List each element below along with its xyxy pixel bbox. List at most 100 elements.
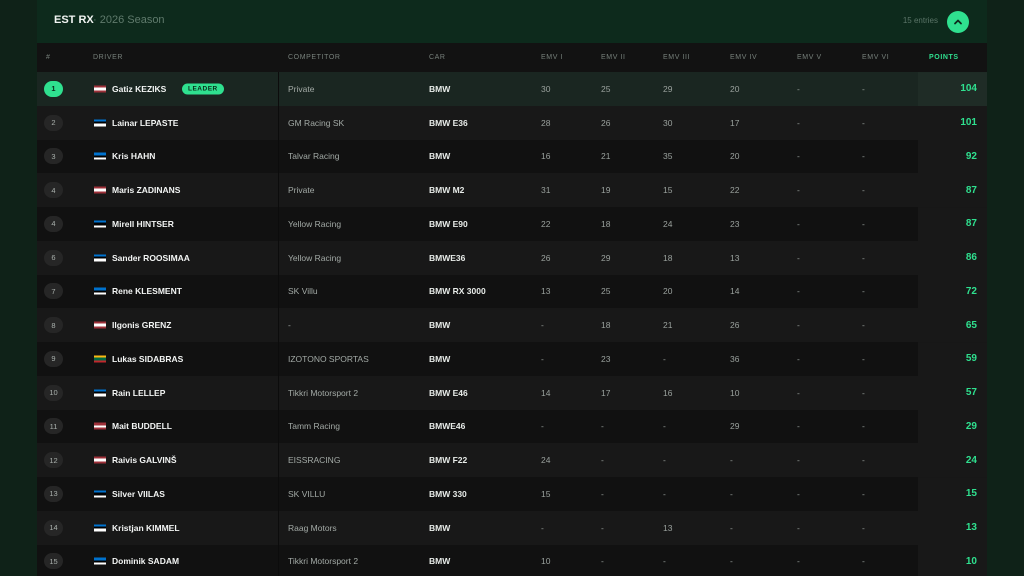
emv-6-result: - [862, 488, 865, 499]
driver-name[interactable]: Mait BUDDELL [112, 421, 172, 431]
driver-name[interactable]: Raivis GALVINŠ [112, 455, 177, 465]
table-row[interactable]: 1 Gatiz KEZIKS LEADER Private BMW 30 25 29 20 - - 1… [37, 72, 987, 106]
table-row[interactable]: 15 Dominik SADAM Tikkri Motorsport 2 BMW 10 -… [37, 544, 987, 576]
emv-4-result: 22 [730, 185, 740, 196]
driver-name[interactable]: Sander ROOSIMAA [112, 253, 190, 263]
col-emv3: EMV III [663, 54, 691, 61]
driver-name[interactable]: Lukas SIDABRAS [112, 354, 183, 364]
car-model: BMW E46 [429, 387, 468, 398]
car-model: BMW [429, 83, 451, 94]
emv-6-result: - [862, 353, 865, 364]
chevron-up-icon [954, 19, 962, 25]
emv-3-result: - [663, 455, 666, 466]
table-row[interactable]: 4 Mirell HINTSER Yellow Racing BMW E90 22 18 2… [37, 207, 987, 241]
emv-4-result: 17 [730, 117, 740, 128]
col-pos: # [46, 54, 51, 61]
position-badge: 4 [44, 182, 63, 199]
col-points: POINTS [929, 54, 959, 61]
table-row[interactable]: 11 Mait BUDDELL Tamm Racing BMWE46 - - - 29 - - 29 [37, 409, 987, 444]
driver-name[interactable]: Ilgonis GRENZ [112, 320, 172, 330]
emv-1-result: - [541, 421, 544, 432]
season-label: · 2026 Season [93, 14, 165, 26]
col-emv1: EMV I [541, 54, 564, 61]
driver-name[interactable]: Lainar LEPASTE [112, 118, 178, 128]
table-row[interactable]: 13 Silver VIILAS SK VILLU BMW 330 15 - - - - - 15 [37, 477, 987, 511]
driver-name[interactable]: Gatiz KEZIKS [112, 84, 166, 94]
driver-name[interactable]: Dominik SADAM [112, 556, 179, 566]
emv-5-result: - [797, 522, 800, 533]
emv-3-result: 18 [663, 252, 673, 263]
flag-ee-icon [94, 524, 106, 532]
table-row[interactable]: 2 Lainar LEPASTE GM Racing SK BMW E36 28 26 30… [37, 105, 987, 140]
points-cell: 29 [918, 409, 987, 444]
position-badge: 6 [44, 249, 63, 266]
emv-6-result: - [862, 387, 865, 398]
emv-5-result: - [797, 421, 800, 432]
car-model: BMW [429, 151, 451, 162]
emv-3-result: 30 [663, 117, 673, 128]
points-value: 92 [965, 150, 977, 162]
table-row[interactable]: 8 Ilgonis GRENZ - BMW - 18 21 26 - - 65 [37, 308, 987, 342]
emv-1-result: 22 [541, 218, 551, 229]
col-emv5: EMV V [797, 54, 822, 61]
emv-1-result: - [541, 522, 544, 533]
points-cell: 92 [918, 139, 987, 174]
driver-name[interactable]: Maris ZADINANS [112, 185, 180, 195]
emv-2-result: 17 [601, 387, 611, 398]
flag-lv-icon [94, 321, 106, 329]
collapse-button[interactable] [947, 11, 969, 33]
points-value: 13 [965, 522, 977, 534]
emv-5-result: - [797, 286, 800, 297]
emv-2-result: 25 [601, 286, 611, 297]
points-cell: 72 [918, 274, 987, 309]
driver-name[interactable]: Silver VIILAS [112, 489, 165, 499]
driver-name[interactable]: Kristjan KIMMEL [112, 523, 180, 533]
table-row[interactable]: 4 Maris ZADINANS Private BMW M2 31 19 15 22 - - 87 [37, 173, 987, 207]
emv-1-result: 10 [541, 556, 551, 567]
table-row[interactable]: 6 Sander ROOSIMAA Yellow Racing BMWE36 26 29 1… [37, 240, 987, 275]
emv-1-result: 15 [541, 488, 551, 499]
driver-name[interactable]: Rain LELLEP [112, 388, 165, 398]
emv-5-result: - [797, 83, 800, 94]
standings-header: EST RX · 2026 Season 15 entries [37, 0, 987, 44]
position-badge: 14 [44, 519, 63, 536]
driver-name[interactable]: Mirell HINTSER [112, 219, 174, 229]
col-emv4: EMV IV [730, 54, 758, 61]
points-cell: 87 [918, 173, 987, 207]
emv-5-result: - [797, 455, 800, 466]
series-title: EST RX [54, 14, 94, 26]
emv-6-result: - [862, 556, 865, 567]
flag-ee-icon [94, 490, 106, 498]
table-row[interactable]: 10 Rain LELLEP Tikkri Motorsport 2 BMW E46 1… [37, 375, 987, 410]
emv-5-result: - [797, 151, 800, 162]
table-row[interactable]: 14 Kristjan KIMMEL Raag Motors BMW - - 13 - - - 13 [37, 510, 987, 545]
position-badge: 8 [44, 317, 63, 334]
flag-ee-icon [94, 557, 106, 565]
emv-3-result: 13 [663, 522, 673, 533]
driver-name[interactable]: Kris HAHN [112, 151, 155, 161]
car-model: BMW [429, 556, 451, 567]
competitor-name: Yellow Racing [288, 252, 342, 263]
emv-1-result: 24 [541, 455, 551, 466]
flag-lt-icon [94, 355, 106, 363]
table-row[interactable]: 9 Lukas SIDABRAS IZOTONO SPORTAS BMW - 23 - 36 -… [37, 342, 987, 376]
emv-6-result: - [862, 151, 865, 162]
competitor-name: Tikkri Motorsport 2 [288, 387, 359, 398]
emv-3-result: - [663, 488, 666, 499]
car-model: BMW [429, 522, 451, 533]
driver-name[interactable]: Rene KLESMENT [112, 286, 182, 296]
table-row[interactable]: 12 Raivis GALVINŠ EISSRACING BMW F22 24 - - - - -… [37, 443, 987, 477]
points-cell: 101 [918, 105, 987, 140]
competitor-name: SK Villu [288, 286, 318, 297]
table-row[interactable]: 3 Kris HAHN Talvar Racing BMW 16 21 35 20 - - 92 [37, 139, 987, 174]
emv-2-result: 25 [601, 83, 611, 94]
emv-3-result: - [663, 421, 666, 432]
points-cell: 15 [918, 477, 987, 511]
competitor-name: Tikkri Motorsport 2 [288, 556, 359, 567]
position-badge: 10 [44, 384, 63, 401]
car-model: BMW M2 [429, 185, 465, 196]
table-row[interactable]: 7 Rene KLESMENT SK Villu BMW RX 3000 13 25 20 1… [37, 274, 987, 309]
emv-4-result: 29 [730, 421, 740, 432]
points-cell: 10 [918, 544, 987, 576]
emv-3-result: 15 [663, 185, 673, 196]
